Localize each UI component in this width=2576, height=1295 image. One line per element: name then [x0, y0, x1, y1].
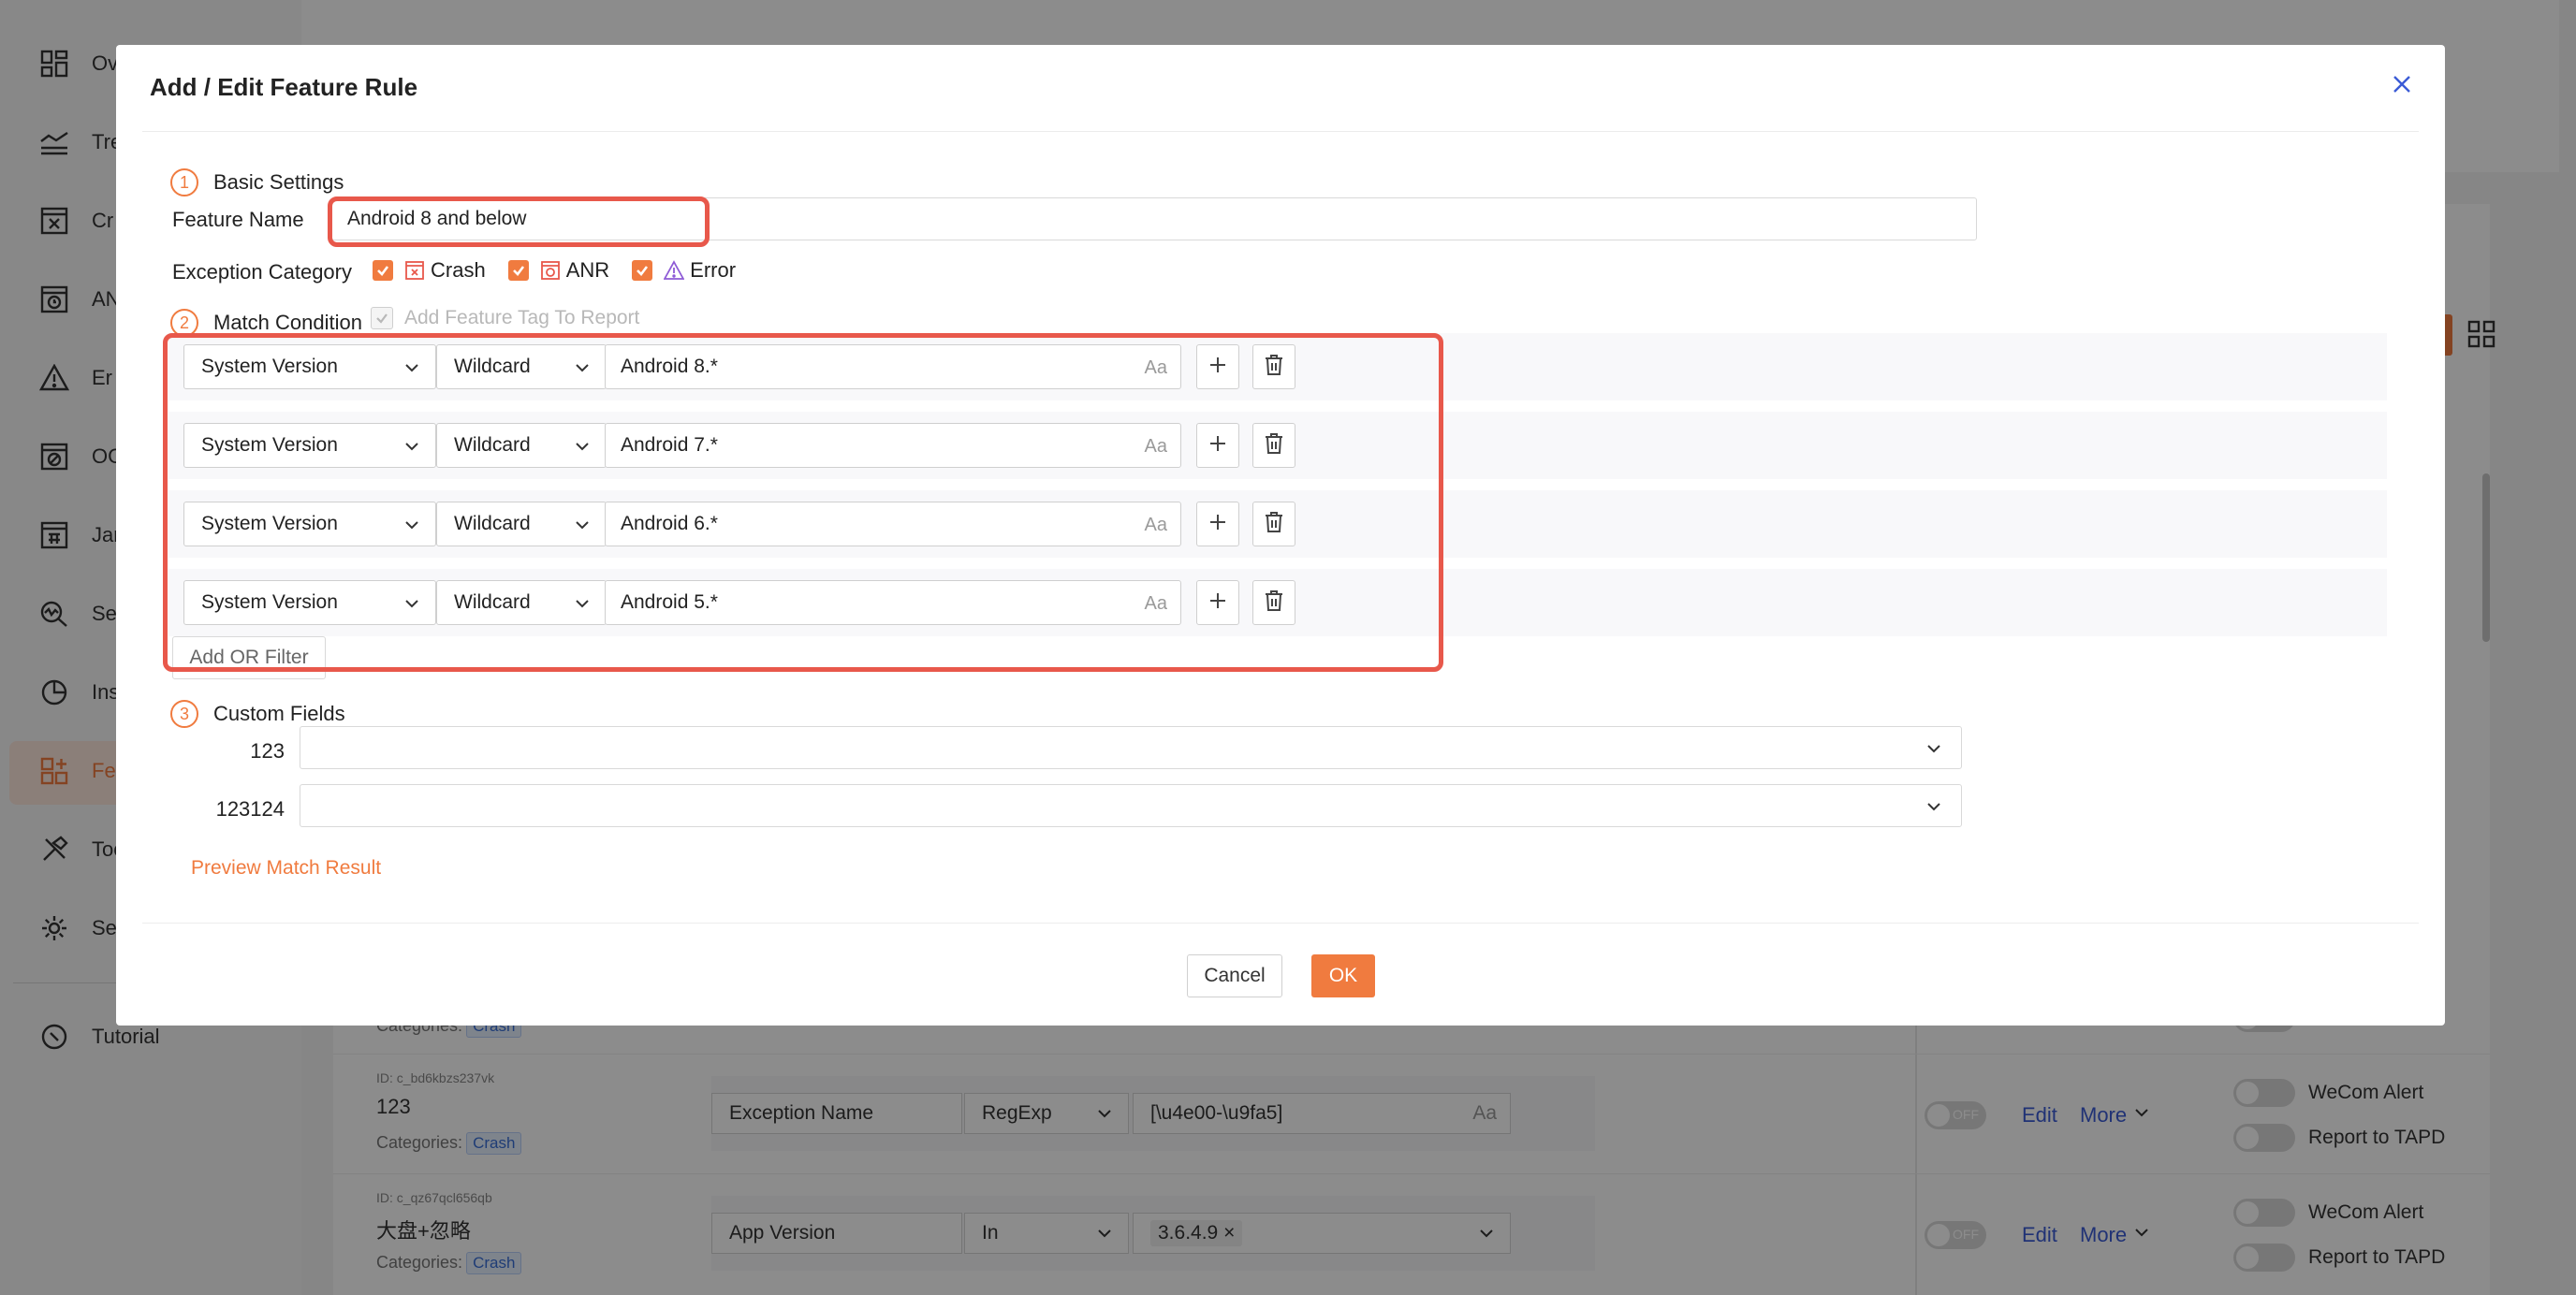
add-condition-button[interactable] — [1196, 580, 1239, 625]
step-label: Basic Settings — [213, 170, 344, 194]
ok-button[interactable]: OK — [1311, 954, 1375, 997]
operator-select[interactable]: Wildcard — [436, 423, 607, 468]
modal-footer-divider — [142, 923, 2419, 924]
close-icon[interactable] — [2387, 69, 2417, 99]
value-input-text: Android 6.* — [621, 513, 718, 534]
category-label: Crash — [431, 258, 486, 282]
checkbox-disabled-icon — [371, 307, 393, 329]
operator-select-label: Wildcard — [454, 513, 531, 534]
cancel-button[interactable]: Cancel — [1187, 954, 1282, 997]
add-condition-button[interactable] — [1196, 423, 1239, 468]
add-condition-button[interactable] — [1196, 344, 1239, 389]
crash-icon — [404, 260, 425, 281]
field-select[interactable]: System Version — [183, 344, 436, 389]
chevron-down-icon — [402, 436, 422, 462]
operator-select-label: Wildcard — [454, 434, 531, 456]
delete-condition-button[interactable] — [1252, 580, 1295, 625]
plus-icon — [1208, 590, 1228, 616]
modal-header-divider — [142, 131, 2419, 132]
condition-row: System Version Wildcard Android 7.* Aa — [168, 412, 2387, 479]
step-number: 3 — [170, 700, 198, 728]
operator-select-label: Wildcard — [454, 356, 531, 377]
step-label: Match Condition — [213, 311, 362, 334]
step-label: Custom Fields — [213, 702, 345, 725]
field-select-label: System Version — [201, 356, 338, 377]
trash-icon — [1264, 354, 1284, 381]
feature-name-label: Feature Name — [172, 208, 304, 231]
delete-condition-button[interactable] — [1252, 502, 1295, 546]
add-condition-button[interactable] — [1196, 502, 1239, 546]
plus-icon — [1208, 512, 1228, 537]
anr-icon — [540, 260, 561, 281]
case-sensitive-toggle[interactable]: Aa — [1145, 357, 1167, 379]
field-select[interactable]: System Version — [183, 580, 436, 625]
chevron-down-icon — [1924, 796, 1944, 822]
chevron-down-icon — [572, 515, 593, 541]
custom-field-label: 123124 — [215, 797, 285, 821]
category-error[interactable]: Error — [632, 258, 736, 283]
value-input[interactable]: Android 8.* Aa — [605, 344, 1181, 389]
plus-icon — [1208, 433, 1228, 458]
value-input-text: Android 8.* — [621, 356, 718, 377]
chevron-down-icon — [1924, 738, 1944, 764]
chevron-down-icon — [402, 593, 422, 619]
field-select[interactable]: System Version — [183, 423, 436, 468]
exception-category-group: Crash ANR Error — [373, 258, 758, 283]
add-feature-tag-label: Add Feature Tag To Report — [404, 307, 640, 328]
case-sensitive-toggle[interactable]: Aa — [1145, 436, 1167, 458]
error-warning-icon — [664, 260, 685, 281]
delete-condition-button[interactable] — [1252, 423, 1295, 468]
chevron-down-icon — [572, 593, 593, 619]
trash-icon — [1264, 432, 1284, 459]
feature-rule-modal: Add / Edit Feature Rule 1 Basic Settings… — [116, 45, 2445, 1026]
add-feature-tag-checkbox: Add Feature Tag To Report — [371, 307, 639, 329]
category-anr[interactable]: ANR — [507, 258, 610, 283]
preview-match-result-link[interactable]: Preview Match Result — [191, 857, 381, 880]
exception-category-label: Exception Category — [172, 260, 352, 284]
condition-row: System Version Wildcard Android 8.* Aa — [168, 333, 2387, 400]
add-or-filter-button[interactable]: Add OR Filter — [172, 636, 326, 679]
modal-title: Add / Edit Feature Rule — [150, 73, 418, 101]
case-sensitive-toggle[interactable]: Aa — [1145, 515, 1167, 536]
delete-condition-button[interactable] — [1252, 344, 1295, 389]
trash-icon — [1264, 511, 1284, 538]
custom-field-select[interactable] — [300, 726, 1962, 769]
category-label: ANR — [565, 258, 610, 282]
value-input-text: Android 7.* — [621, 434, 718, 456]
step-number: 1 — [170, 168, 198, 196]
operator-select[interactable]: Wildcard — [436, 580, 607, 625]
chevron-down-icon — [572, 357, 593, 384]
value-input[interactable]: Android 6.* Aa — [605, 502, 1181, 546]
field-select-label: System Version — [201, 513, 338, 534]
case-sensitive-toggle[interactable]: Aa — [1145, 593, 1167, 615]
step-basic-settings: 1 Basic Settings — [170, 168, 344, 196]
condition-row: System Version Wildcard Android 6.* Aa — [168, 490, 2387, 558]
chevron-down-icon — [402, 515, 422, 541]
operator-select[interactable]: Wildcard — [436, 502, 607, 546]
category-crash[interactable]: Crash — [373, 258, 486, 283]
value-input[interactable]: Android 7.* Aa — [605, 423, 1181, 468]
checkbox-checked-icon[interactable] — [507, 260, 529, 281]
trash-icon — [1264, 589, 1284, 617]
plus-icon — [1208, 355, 1228, 380]
checkbox-checked-icon[interactable] — [373, 260, 393, 281]
checkbox-checked-icon[interactable] — [632, 260, 653, 281]
custom-field-label: 123 — [250, 739, 285, 763]
field-select-label: System Version — [201, 434, 338, 456]
chevron-down-icon — [402, 357, 422, 384]
condition-row: System Version Wildcard Android 5.* Aa — [168, 569, 2387, 636]
value-input-text: Android 5.* — [621, 591, 718, 613]
feature-name-input[interactable] — [331, 197, 1977, 240]
field-select-label: System Version — [201, 591, 338, 613]
operator-select[interactable]: Wildcard — [436, 344, 607, 389]
chevron-down-icon — [572, 436, 593, 462]
custom-field-select[interactable] — [300, 784, 1962, 827]
category-label: Error — [690, 258, 737, 282]
step-custom-fields: 3 Custom Fields — [170, 700, 345, 728]
value-input[interactable]: Android 5.* Aa — [605, 580, 1181, 625]
operator-select-label: Wildcard — [454, 591, 531, 613]
field-select[interactable]: System Version — [183, 502, 436, 546]
